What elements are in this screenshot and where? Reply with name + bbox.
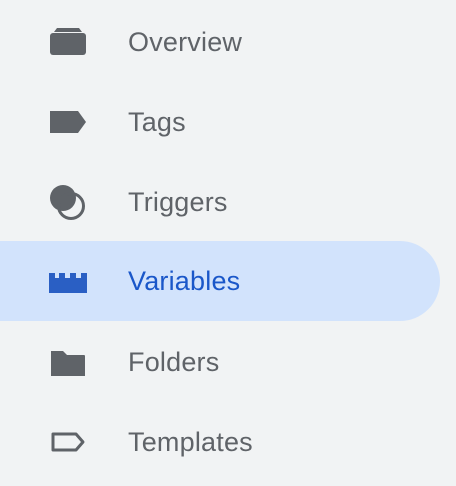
tag-icon — [46, 100, 90, 144]
sidebar-item-overview[interactable]: Overview — [0, 2, 440, 82]
template-icon — [46, 420, 90, 464]
sidebar-item-label: Variables — [128, 266, 241, 296]
trigger-icon — [46, 180, 90, 224]
sidebar-item-variables[interactable]: Variables — [0, 241, 440, 321]
sidebar-item-templates[interactable]: Templates — [0, 402, 440, 482]
sidebar-item-label: Tags — [128, 107, 186, 137]
variables-icon — [46, 259, 90, 303]
sidebar-item-label: Templates — [128, 427, 253, 457]
sidebar: Overview Tags Triggers Variables Folders… — [0, 0, 456, 486]
sidebar-item-triggers[interactable]: Triggers — [0, 162, 440, 242]
folder-icon — [46, 340, 90, 384]
sidebar-item-label: Triggers — [128, 187, 228, 217]
overview-icon — [46, 20, 90, 64]
sidebar-item-label: Folders — [128, 347, 220, 377]
sidebar-item-tags[interactable]: Tags — [0, 82, 440, 162]
sidebar-item-folders[interactable]: Folders — [0, 322, 440, 402]
sidebar-item-label: Overview — [128, 27, 243, 57]
